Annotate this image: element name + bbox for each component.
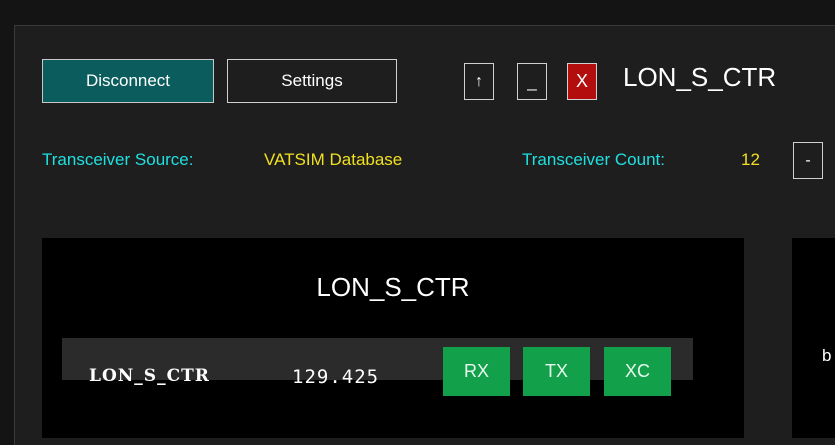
disconnect-button[interactable]: Disconnect xyxy=(42,59,214,103)
station-callsign: LON_S_CTR xyxy=(89,366,210,386)
xc-toggle-button[interactable]: XC xyxy=(604,347,671,396)
settings-button[interactable]: Settings xyxy=(227,59,397,103)
up-arrow-button[interactable]: ↑ xyxy=(464,63,494,100)
transceiver-count-label: Transceiver Count: xyxy=(522,150,665,169)
side-panel xyxy=(792,238,835,438)
rx-toggle-button[interactable]: RX xyxy=(443,347,510,396)
station-frequency: 129.425 xyxy=(292,366,380,388)
station-title: LON_S_CTR xyxy=(316,272,470,302)
transceiver-count-value: 12 xyxy=(741,150,760,169)
side-panel-text: b xyxy=(822,346,832,365)
window-title: LON_S_CTR xyxy=(623,62,777,92)
transceiver-source-label: Transceiver Source: xyxy=(42,150,194,169)
tx-toggle-button[interactable]: TX xyxy=(523,347,590,396)
minimize-button[interactable]: _ xyxy=(517,63,547,100)
decrease-button[interactable]: - xyxy=(793,142,823,179)
transceiver-source-value: VATSIM Database xyxy=(264,150,403,169)
close-button[interactable]: X xyxy=(567,63,597,100)
